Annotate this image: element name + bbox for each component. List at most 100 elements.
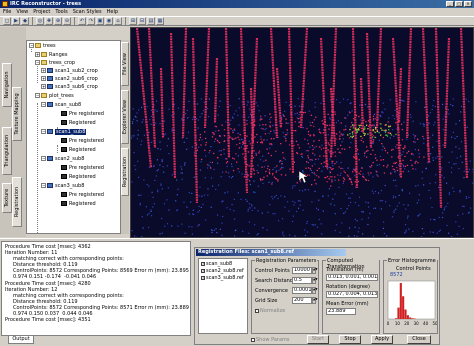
- checkbox-icon[interactable]: [251, 338, 255, 342]
- redo-icon[interactable]: ↷: [87, 17, 95, 25]
- tab-navigation[interactable]: Navigation: [2, 63, 12, 107]
- point-cloud-viewport[interactable]: [130, 27, 474, 238]
- toolbar-separator: [125, 17, 126, 25]
- convergence-field[interactable]: 0.0001: [292, 287, 312, 294]
- tree-item-registered[interactable]: Registered: [61, 173, 96, 180]
- point-cloud-canvas[interactable]: [131, 28, 473, 237]
- menu-view[interactable]: View: [16, 9, 28, 15]
- histogram-bar: [404, 309, 407, 319]
- histogram-bar: [409, 317, 412, 319]
- translation-label: Translation (m): [326, 267, 364, 273]
- tree-item-registered[interactable]: Registered: [61, 119, 96, 126]
- tree-item-pre-registered[interactable]: Pre registered: [61, 164, 104, 171]
- search-distance-field[interactable]: 0.5: [292, 277, 312, 284]
- tab-texture-mapping[interactable]: Texture Mapping: [12, 87, 22, 141]
- minimize-button[interactable]: _: [446, 1, 454, 7]
- tab-registration[interactable]: Registration: [12, 177, 22, 227]
- collapse-icon[interactable]: −: [41, 129, 46, 134]
- tree-item-ranges[interactable]: + Ranges: [35, 51, 67, 58]
- menu-bar: File View Project Tools Scan Styles Help: [0, 8, 474, 16]
- tab-triangulation[interactable]: Triangulation: [2, 127, 12, 175]
- tree-item-scan1-sub8[interactable]: − scan1_sub8: [41, 128, 87, 135]
- tree-item-scan3-sub8[interactable]: − scan3_sub8: [41, 182, 84, 189]
- toolbar-play-icon[interactable]: ▶: [12, 17, 20, 25]
- collapse-icon[interactable]: −: [41, 102, 46, 107]
- collapse-icon[interactable]: −: [41, 183, 46, 188]
- tree-item-registered[interactable]: Registered: [61, 146, 96, 153]
- home-icon[interactable]: ⌂: [114, 17, 122, 25]
- menu-project[interactable]: Project: [33, 9, 50, 15]
- control-points-spinner[interactable]: ▲▼: [312, 267, 318, 274]
- checkbox-icon[interactable]: [255, 309, 259, 313]
- menu-file[interactable]: File: [3, 9, 11, 15]
- expand-icon[interactable]: +: [41, 68, 46, 73]
- frame-icon[interactable]: ▣: [96, 17, 104, 25]
- tree-item-registered[interactable]: Registered: [61, 200, 96, 207]
- tab-triangulation-label: Triangulation: [4, 134, 10, 168]
- toolbar-select-icon[interactable]: ◻: [3, 17, 11, 25]
- collapse-icon[interactable]: −: [35, 60, 40, 65]
- control-points-field[interactable]: 10000: [292, 267, 312, 274]
- split-icon[interactable]: ⊟: [138, 17, 146, 25]
- table-icon[interactable]: ▦: [156, 17, 164, 25]
- tree-item-scan3-sub6-crop[interactable]: + scan3_sub6_crop: [41, 83, 98, 90]
- tree-item-scan2-sub6-crop[interactable]: + scan2_sub6_crop: [41, 75, 98, 82]
- collapse-icon[interactable]: −: [29, 43, 34, 48]
- render-icon[interactable]: ◉: [105, 17, 113, 25]
- registration-file-item[interactable]: ✓ scan3_sub8.ref: [201, 275, 244, 281]
- menu-tools[interactable]: Tools: [55, 9, 67, 15]
- checkbox-checked-icon[interactable]: ✓: [201, 262, 205, 266]
- normalize-checkbox[interactable]: Normalize: [255, 308, 285, 314]
- tree-item-trees-crop[interactable]: − trees_crop: [35, 59, 75, 66]
- maximize-button[interactable]: □: [455, 1, 463, 7]
- search-distance-spinner[interactable]: ▲▼: [312, 277, 318, 284]
- tree-item-scan-sub8[interactable]: − scan_sub8: [41, 101, 81, 108]
- start-button[interactable]: Start: [307, 335, 329, 344]
- collapse-icon[interactable]: −: [35, 93, 40, 98]
- grid-icon[interactable]: ⊞: [129, 17, 137, 25]
- registration-icon: [61, 120, 67, 125]
- tree-item-label: plot_trees: [49, 92, 74, 99]
- tab-output[interactable]: Output: [8, 336, 34, 344]
- tree-item-pre-registered[interactable]: Pre registered: [61, 110, 104, 117]
- tab-texture[interactable]: Texture: [2, 183, 12, 213]
- tree-trunks: [135, 28, 469, 209]
- tree-item-scan1-sub2-crop[interactable]: + scan1_sub2_crop: [41, 67, 98, 74]
- checkbox-checked-icon[interactable]: ✓: [201, 269, 205, 273]
- grid-size-field[interactable]: 200: [292, 297, 312, 304]
- tree-item-pre-registered[interactable]: Pre registered: [61, 191, 104, 198]
- list-icon[interactable]: ▤: [147, 17, 155, 25]
- close-button[interactable]: ×: [464, 1, 472, 7]
- registration-file-label: scan3_sub8.ref: [206, 275, 244, 281]
- tree-item-scan2-sub8[interactable]: − scan2_sub8: [41, 155, 84, 162]
- stop-button[interactable]: Stop: [339, 335, 361, 344]
- checkbox-checked-icon[interactable]: ✓: [201, 276, 205, 280]
- tab-explorer-view[interactable]: Explorer View: [121, 90, 129, 144]
- close-panel-button[interactable]: Close: [407, 335, 431, 344]
- collapse-icon[interactable]: −: [41, 156, 46, 161]
- tree-item-trees[interactable]: − trees: [29, 42, 56, 49]
- grid-size-spinner[interactable]: ▲▼: [312, 297, 318, 304]
- registration-file-item[interactable]: ✓ scan2_sub8.ref: [201, 268, 244, 274]
- apply-button[interactable]: Apply: [371, 335, 393, 344]
- toolbar-move-icon[interactable]: ✚: [45, 17, 53, 25]
- tree-item-plot-trees[interactable]: − plot_trees: [35, 92, 74, 99]
- expand-icon[interactable]: +: [35, 52, 40, 57]
- zoom-out-icon[interactable]: ⊖: [63, 17, 71, 25]
- tab-file-view[interactable]: File View: [121, 42, 129, 86]
- undo-icon[interactable]: ↶: [78, 17, 86, 25]
- expand-icon[interactable]: +: [41, 84, 46, 89]
- menu-scan-styles[interactable]: Scan Styles: [73, 9, 102, 15]
- expand-icon[interactable]: +: [41, 76, 46, 81]
- toolbar-diamond-icon[interactable]: ◆: [21, 17, 29, 25]
- registration-file-item[interactable]: ✓ scan_sub8: [201, 261, 232, 267]
- menu-help[interactable]: Help: [107, 9, 118, 15]
- show-params-checkbox[interactable]: Show Params: [251, 337, 290, 343]
- toolbar-target-icon[interactable]: ◎: [36, 17, 44, 25]
- convergence-spinner[interactable]: ▲▼: [312, 287, 318, 294]
- title-bar: IRC Reconstructor - trees _ □ ×: [0, 0, 474, 8]
- zoom-in-icon[interactable]: ⊕: [54, 17, 62, 25]
- tab-registration-side[interactable]: Registration: [121, 148, 129, 196]
- tree-item-pre-registered[interactable]: Pre registered: [61, 137, 104, 144]
- histogram-bar: [406, 315, 409, 319]
